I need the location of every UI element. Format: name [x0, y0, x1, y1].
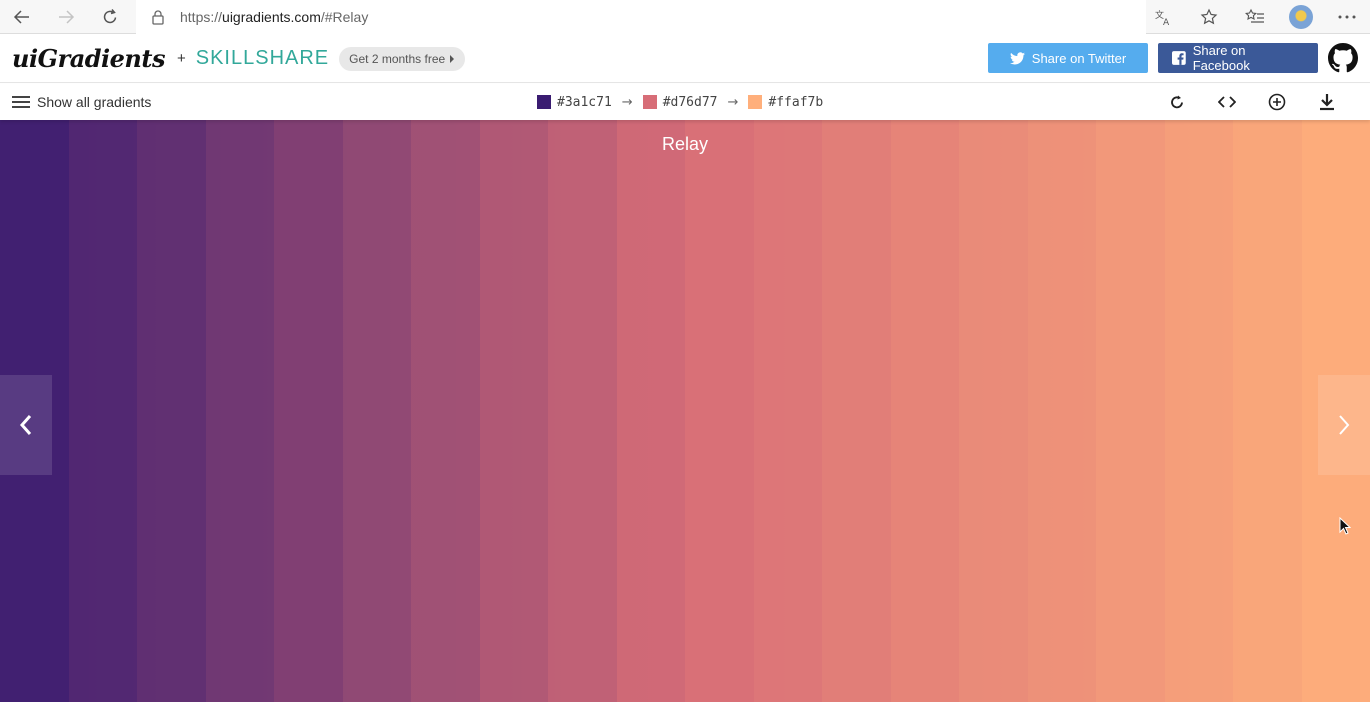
gradient-band [890, 120, 959, 702]
rotate-icon [1171, 95, 1183, 109]
gradient-band [479, 120, 548, 702]
caret-right-icon [450, 54, 455, 63]
translate-icon[interactable]: 文A [1140, 0, 1186, 34]
gradient-band [411, 120, 480, 702]
favorite-star-icon[interactable] [1186, 0, 1232, 34]
gradient-band [274, 120, 343, 702]
logo[interactable]: uiGradients [12, 44, 165, 73]
gradient-band [548, 120, 617, 702]
back-arrow-icon [13, 9, 29, 24]
gradient-name: Relay [661, 134, 709, 154]
url-text: https://uigradients.com/#Relay [180, 9, 369, 25]
share-facebook-label: Share on Facebook [1192, 43, 1250, 73]
color-hex: #3a1c71 [557, 94, 612, 110]
color-stop-2[interactable]: #d76d77 [642, 94, 718, 110]
mouse-cursor-icon [1339, 517, 1351, 535]
gradient-band [137, 120, 206, 702]
plus-sign: + [176, 50, 186, 67]
arrow-right-icon: → [621, 94, 633, 110]
lock-icon [136, 9, 180, 25]
gradient-preview: Relay [0, 120, 1370, 702]
color-stops: #3a1c71 → #d76d77 → #ffaf7b [537, 84, 823, 120]
address-bar[interactable]: https://uigradients.com/#Relay [136, 0, 1146, 34]
previous-gradient-button[interactable] [0, 375, 52, 475]
refresh-icon [103, 8, 117, 23]
svg-text:A: A [1163, 18, 1170, 26]
show-all-gradients-button[interactable]: Show all gradients [12, 94, 151, 110]
gradient-band [1164, 120, 1233, 702]
add-circle-icon [1268, 93, 1286, 111]
gradient-band [342, 120, 411, 702]
gradient-band [822, 120, 891, 702]
gradient-band [616, 120, 685, 702]
color-stop-1[interactable]: #3a1c71 [537, 95, 612, 110]
site-header: uiGradients + SKILLSHARE Get 2 months fr… [0, 35, 1370, 83]
gradient-band [68, 120, 137, 702]
hamburger-menu-icon [12, 96, 30, 108]
share-twitter-button[interactable]: Share on Twitter [988, 43, 1148, 73]
color-hex: #ffaf7b [768, 94, 824, 110]
gradient-band [685, 120, 754, 702]
chevron-left-icon [19, 415, 32, 435]
promo-label: Get 2 months free [349, 51, 446, 66]
skillshare-logo[interactable]: SKILLSHARE [196, 47, 329, 70]
gradient-band [753, 120, 822, 702]
refresh-button[interactable] [88, 0, 132, 34]
add-gradient-button[interactable] [1252, 84, 1302, 120]
github-icon[interactable] [1328, 43, 1358, 73]
download-button[interactable] [1302, 84, 1352, 120]
color-swatch [748, 95, 763, 109]
promo-pill[interactable]: Get 2 months free [339, 46, 466, 71]
gradient-toolbar: Show all gradients #3a1c71 → #d76d77 → #… [0, 84, 1370, 120]
color-swatch [642, 95, 657, 109]
twitter-icon [1009, 51, 1025, 64]
facebook-icon [1172, 51, 1186, 65]
download-icon [1320, 94, 1334, 111]
profile-avatar[interactable] [1278, 0, 1324, 34]
arrow-right-icon: → [727, 94, 739, 110]
back-button[interactable] [0, 0, 44, 34]
rotate-gradient-button[interactable] [1152, 84, 1202, 120]
more-options-icon[interactable] [1324, 0, 1370, 34]
gradient-band [205, 120, 274, 702]
browser-toolbar: https://uigradients.com/#Relay 文A [0, 0, 1370, 34]
get-css-button[interactable] [1202, 84, 1252, 120]
gradient-band [1096, 120, 1165, 702]
code-icon [1218, 96, 1236, 108]
color-swatch [537, 95, 551, 109]
favorites-list-icon[interactable] [1232, 0, 1278, 34]
gradient-band [1233, 120, 1302, 702]
color-stop-3[interactable]: #ffaf7b [748, 95, 823, 110]
forward-arrow-icon [59, 9, 75, 24]
next-gradient-button[interactable] [1318, 375, 1370, 475]
show-all-gradients-label: Show all gradients [37, 94, 152, 110]
gradient-band [1027, 120, 1096, 702]
gradient-band [959, 120, 1028, 702]
share-facebook-button[interactable]: Share on Facebook [1158, 43, 1318, 73]
chevron-right-icon [1339, 415, 1350, 435]
gradient-bands [0, 120, 1370, 702]
share-twitter-label: Share on Twitter [1031, 50, 1127, 66]
color-hex: #d76d77 [662, 94, 718, 110]
forward-button[interactable] [44, 0, 88, 34]
